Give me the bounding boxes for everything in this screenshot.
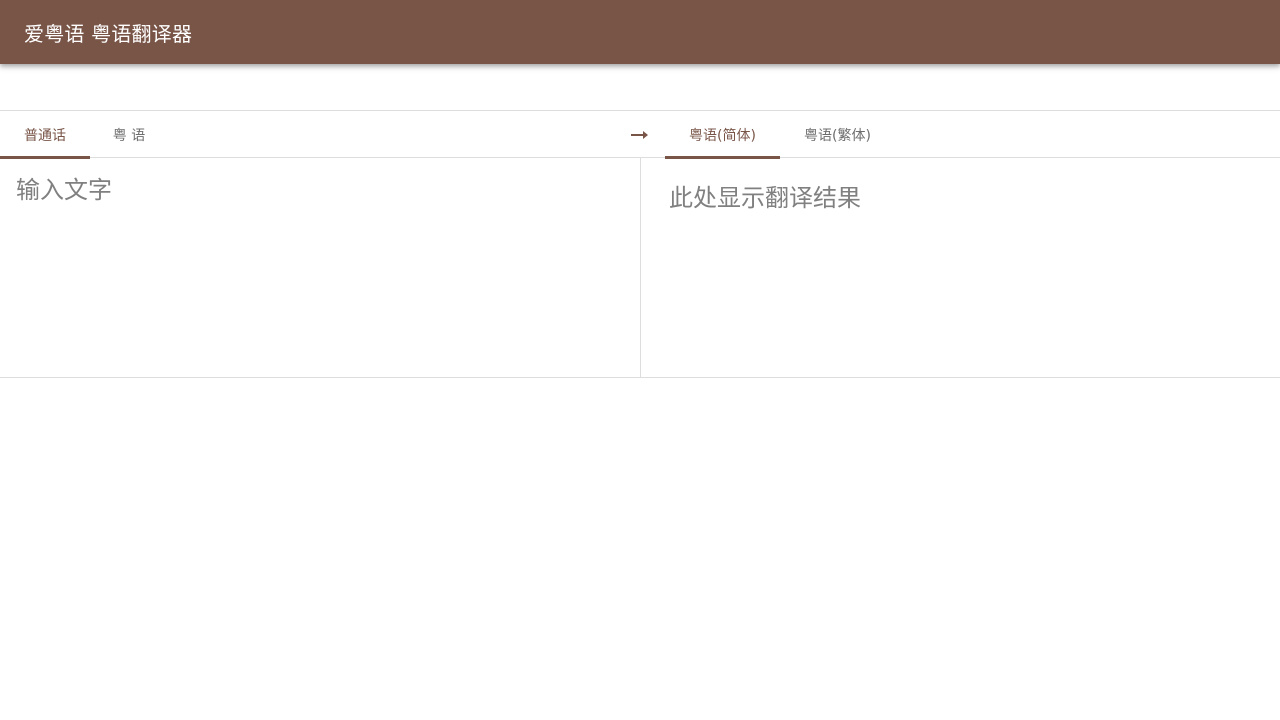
right-arrow-icon[interactable] [628, 127, 652, 143]
tab-source-mandarin[interactable]: 普通话 [0, 111, 90, 159]
app-bar: 爱粤语 粤语翻译器 [0, 0, 1280, 64]
tab-target-cantonese-simplified[interactable]: 粤语(简体) [665, 111, 780, 159]
translation-panels: 此处显示翻译结果 [0, 158, 1280, 378]
source-text-input[interactable] [0, 158, 640, 377]
language-tabs-bar: 普通话 粤 语 粤语(简体) 粤语(繁体) [0, 110, 1280, 159]
tab-source-cantonese[interactable]: 粤 语 [90, 111, 168, 158]
output-panel: 此处显示翻译结果 [641, 158, 1280, 377]
app-title: 爱粤语 粤语翻译器 [24, 21, 193, 46]
tab-target-cantonese-traditional[interactable]: 粤语(繁体) [780, 111, 895, 158]
input-panel [0, 158, 641, 377]
translation-result: 此处显示翻译结果 [669, 184, 861, 212]
